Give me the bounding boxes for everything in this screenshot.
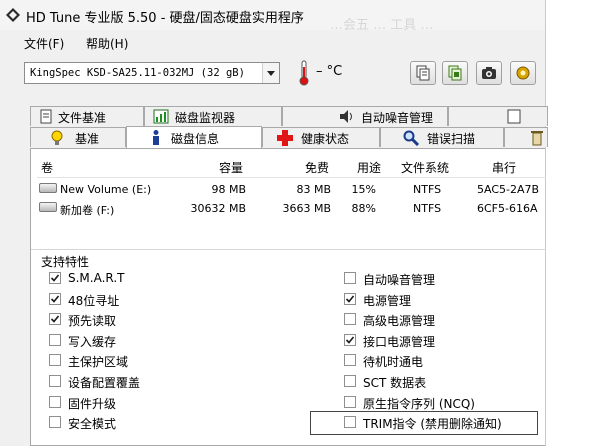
copy-button[interactable] — [410, 61, 436, 85]
checkbox-checked[interactable] — [344, 333, 356, 346]
checkbox-unchecked[interactable] — [344, 395, 356, 408]
disk-info-panel: 卷 容量 免费 用途 文件系统 串行 New Volume (E:) 98 MB… — [30, 148, 546, 446]
camera-icon — [482, 67, 496, 79]
checkbox-unchecked[interactable] — [49, 416, 61, 429]
checkbox-checked[interactable] — [49, 292, 61, 305]
checkmark-icon — [50, 315, 60, 323]
title-bar: HD Tune 专业版 5.50 - 硬盘/固态硬盘实用程序 …会五 … 工具 … — [0, 0, 545, 33]
checkbox-unchecked[interactable] — [49, 354, 61, 367]
feature-label: SCT 数据表 — [363, 376, 427, 390]
chevron-down-icon[interactable] — [262, 63, 279, 83]
app-logo-icon — [6, 8, 20, 22]
feature-label: 高级电源管理 — [363, 314, 436, 329]
extra-icon — [507, 109, 521, 124]
feature-label: 固件升级 — [68, 396, 117, 411]
checkbox-unchecked[interactable] — [344, 354, 356, 367]
tab-disk-monitor[interactable]: 磁盘监视器 — [144, 106, 282, 126]
magnifier-icon — [403, 130, 419, 146]
feature-label: 设备配置覆盖 — [68, 376, 141, 390]
bulb-icon — [51, 130, 63, 145]
checkbox-unchecked[interactable] — [49, 375, 61, 387]
checkbox-unchecked[interactable] — [49, 333, 61, 346]
drive-selector-value: KingSpec KSD-SA25.11-032MJ (32 gB) — [30, 67, 245, 79]
drive-icon — [39, 202, 57, 212]
tab-file-benchmark[interactable]: 文件基准 — [30, 106, 144, 126]
tab-disk-info[interactable]: 磁盘信息 — [126, 126, 262, 148]
feature-label: 电源管理 — [363, 293, 412, 308]
options-icon — [516, 66, 530, 80]
menu-help[interactable]: 帮助(H) — [86, 35, 128, 52]
checkbox-unchecked[interactable] — [344, 313, 356, 326]
checkmark-icon — [345, 295, 355, 303]
copy-icon — [416, 65, 430, 81]
tab-health[interactable]: 健康状态 — [262, 127, 380, 147]
drive-selector[interactable]: KingSpec KSD-SA25.11-032MJ (32 gB) — [24, 62, 280, 84]
checkbox-checked[interactable] — [49, 313, 61, 326]
checkmark-icon — [50, 274, 60, 282]
window-title: HD Tune 专业版 5.50 - 硬盘/固态硬盘实用程序 — [26, 11, 304, 26]
trash-icon — [531, 131, 543, 146]
feature-label: 安全模式 — [68, 417, 117, 432]
app-window: HD Tune 专业版 5.50 - 硬盘/固态硬盘实用程序 …会五 … 工具 … — [0, 0, 548, 446]
feature-label: 预先读取 — [68, 314, 117, 329]
col-usage[interactable]: 用途 — [357, 159, 381, 176]
tab-error-scan[interactable]: 错误扫描 — [380, 127, 504, 147]
feature-label: 接口电源管理 — [363, 334, 436, 349]
speaker-icon — [340, 110, 352, 123]
divider — [31, 249, 546, 250]
toolbar: KingSpec KSD-SA25.11-032MJ (32 gB) – °C — [0, 56, 545, 94]
checkmark-icon — [50, 295, 60, 303]
checkbox-checked[interactable] — [344, 292, 356, 305]
checkbox-unchecked[interactable] — [344, 375, 356, 387]
feature-label: 待机时通电 — [363, 355, 424, 370]
options-button[interactable] — [510, 61, 536, 85]
checkbox-unchecked[interactable] — [344, 272, 356, 284]
temperature-readout: – °C — [316, 64, 343, 79]
drive-icon — [39, 183, 57, 193]
feature-label: 自动噪音管理 — [363, 273, 436, 287]
volume-table-header: 卷 容量 免费 用途 文件系统 串行 — [37, 157, 546, 178]
feature-label: 48位寻址 — [68, 293, 120, 308]
col-volume[interactable]: 卷 — [41, 159, 53, 176]
table-row[interactable]: 新加卷 (F:) 30632 MB 3663 MB 88% NTFS 6CF5-… — [37, 201, 546, 219]
feature-label: 写入缓存 — [68, 334, 117, 349]
checkbox-checked[interactable] — [49, 272, 61, 284]
monitor-icon — [153, 109, 169, 124]
col-serial[interactable]: 串行 — [492, 159, 516, 176]
checkbox-unchecked[interactable] — [49, 395, 61, 408]
copy-screenshot-button[interactable] — [442, 61, 468, 85]
tab-aam[interactable]: 自动噪音管理 — [282, 106, 448, 126]
checkmark-icon — [345, 336, 355, 344]
copy-screen-icon — [448, 65, 462, 81]
feature-label: 原生指令序列 (NCQ) — [363, 396, 475, 411]
health-cross-icon — [277, 130, 293, 146]
tab-erase[interactable] — [504, 127, 548, 147]
menu-bar: 文件(F) 帮助(H) — [0, 32, 545, 54]
col-capacity[interactable]: 容量 — [219, 159, 243, 176]
table-row[interactable]: New Volume (E:) 98 MB 83 MB 15% NTFS 5AC… — [37, 182, 546, 200]
tab-benchmark[interactable]: 基准 — [30, 127, 126, 147]
watermark: …会五 … 工具 … — [330, 18, 434, 33]
col-filesystem[interactable]: 文件系统 — [401, 159, 449, 176]
menu-file[interactable]: 文件(F) — [24, 35, 64, 52]
tab-extra[interactable] — [448, 106, 548, 126]
screenshot-button[interactable] — [476, 61, 502, 85]
file-icon — [40, 109, 52, 124]
info-icon — [153, 130, 159, 145]
col-free[interactable]: 免费 — [305, 159, 329, 176]
feature-label: S.M.A.R.T — [68, 271, 125, 285]
feature-label: 主保护区域 — [68, 355, 129, 370]
thermometer-icon — [299, 60, 309, 86]
trim-highlight-box — [310, 411, 538, 435]
features-title: 支持特性 — [41, 255, 90, 269]
